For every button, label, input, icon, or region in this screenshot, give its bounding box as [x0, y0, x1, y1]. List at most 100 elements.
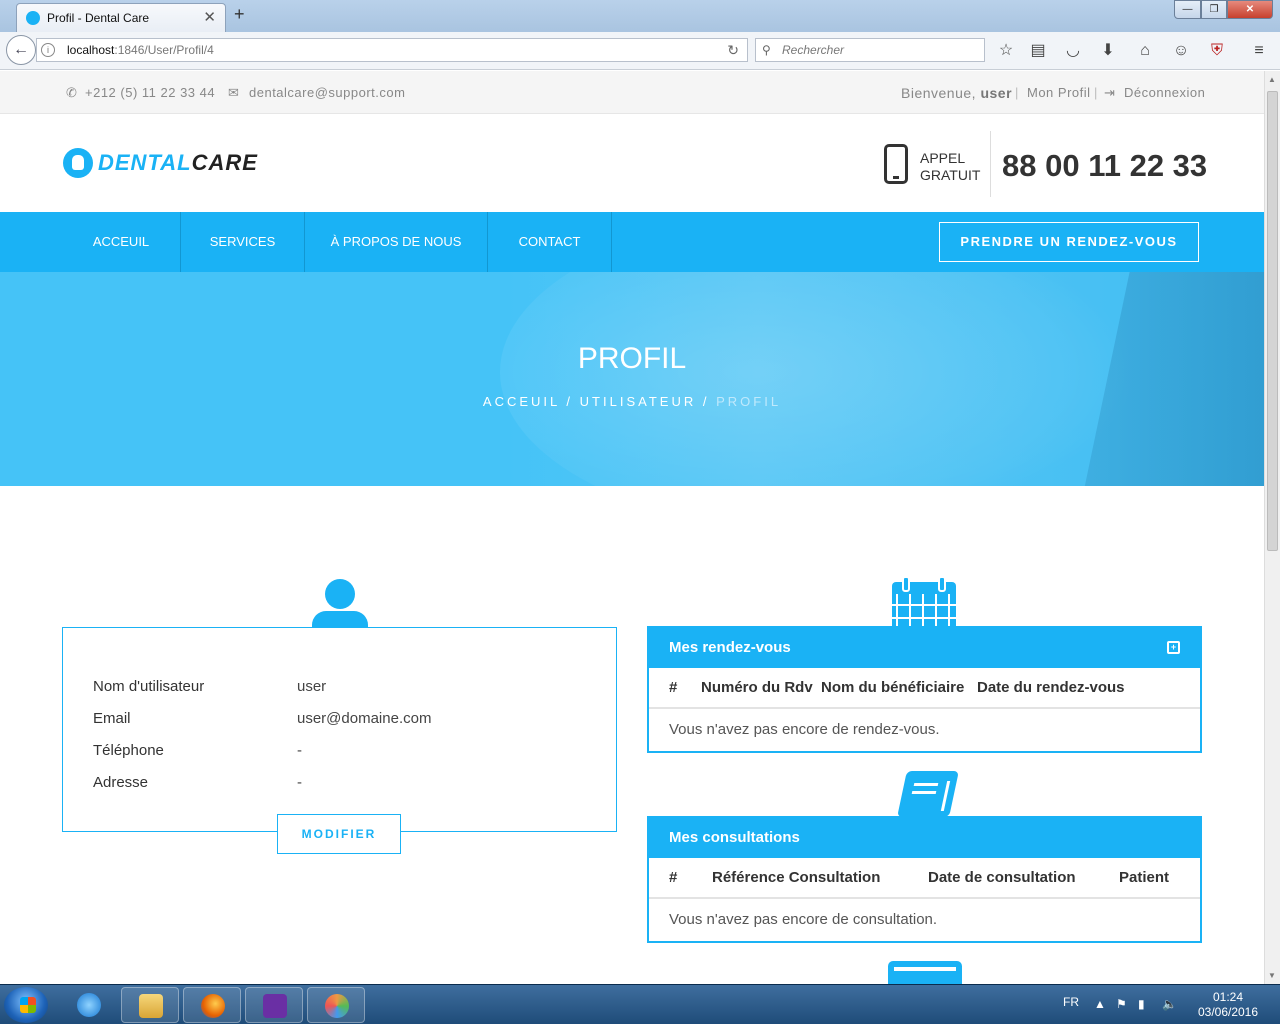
- clock-time: 01:24: [1212, 990, 1244, 1004]
- breadcrumb-acceuil[interactable]: ACCEUIL: [483, 394, 560, 409]
- consultations-title: Mes consultations: [669, 829, 800, 846]
- site-logo[interactable]: DENTALCARE: [98, 150, 258, 176]
- top-info-bar: ✆ +212 (5) 11 22 33 44 ✉ dentalcare@supp…: [0, 71, 1264, 114]
- page-banner: PROFIL ACCEUIL / UTILISATEUR / PROFIL: [0, 272, 1264, 486]
- col-consultation-ref: Référence Consultation: [712, 869, 881, 886]
- tray-expand-icon[interactable]: ▲: [1094, 997, 1106, 1011]
- page-scrollbar[interactable]: ▲ ▼: [1264, 71, 1280, 984]
- contact-phone: +212 (5) 11 22 33 44: [85, 85, 216, 100]
- browser-tab[interactable]: Profil - Dental Care ✕: [16, 3, 226, 32]
- file-explorer-icon[interactable]: [121, 987, 179, 1023]
- scroll-up-icon[interactable]: ▲: [1268, 75, 1276, 84]
- consultations-panel: Mes consultations # Référence Consultati…: [647, 816, 1202, 943]
- col-beneficiary: Nom du bénéficiaire: [821, 679, 965, 696]
- my-profile-link[interactable]: Mon Profil: [1027, 85, 1091, 100]
- internet-explorer-icon[interactable]: [60, 987, 118, 1023]
- envelope-icon: ✉: [228, 85, 240, 100]
- contact-email: dentalcare@support.com: [249, 85, 406, 100]
- appointments-empty-message: Vous n'avez pas encore de rendez-vous.: [669, 721, 940, 738]
- breadcrumb: ACCEUIL / UTILISATEUR / PROFIL: [0, 394, 1264, 409]
- col-rdv-date: Date du rendez-vous: [977, 679, 1125, 696]
- field-label-address: Adresse: [93, 774, 149, 791]
- tooth-logo-icon[interactable]: [63, 148, 93, 178]
- star-icon[interactable]: ☆: [995, 40, 1017, 62]
- firefox-icon[interactable]: [183, 987, 241, 1023]
- consultations-table-header: # Référence Consultation Date de consult…: [649, 858, 1200, 899]
- page-title: PROFIL: [577, 342, 687, 375]
- logout-link[interactable]: Déconnexion: [1124, 85, 1205, 100]
- scrollbar-thumb[interactable]: [1267, 91, 1278, 551]
- nav-item-contact[interactable]: CONTACT: [488, 212, 612, 272]
- reload-icon[interactable]: ↻: [727, 39, 739, 61]
- scroll-down-icon[interactable]: ▼: [1268, 971, 1276, 980]
- window-close-button[interactable]: ✕: [1227, 0, 1273, 19]
- clock-date: 03/06/2016: [1197, 1005, 1259, 1019]
- field-value-address: -: [297, 774, 302, 791]
- window-maximize-button[interactable]: ❐: [1201, 0, 1227, 19]
- credit-card-icon: [888, 961, 962, 984]
- tab-title: Profil - Dental Care: [47, 11, 150, 25]
- start-button[interactable]: [4, 987, 48, 1023]
- notebook-icon: [892, 771, 962, 817]
- search-input[interactable]: ⚲ Rechercher: [755, 38, 985, 62]
- logout-icon[interactable]: ⇥: [1104, 85, 1115, 101]
- field-label-username: Nom d'utilisateur: [93, 678, 205, 695]
- separator: |: [1015, 85, 1019, 100]
- window-minimize-button[interactable]: —: [1174, 0, 1201, 19]
- paint-icon[interactable]: [307, 987, 365, 1023]
- search-placeholder: Rechercher: [782, 43, 845, 57]
- field-value-phone: -: [297, 742, 302, 759]
- modify-profile-button[interactable]: MODIFIER: [277, 814, 401, 854]
- download-icon[interactable]: ⬇: [1097, 40, 1119, 62]
- language-indicator[interactable]: FR: [1063, 995, 1079, 1009]
- chat-icon[interactable]: ☺: [1170, 40, 1192, 62]
- breadcrumb-utilisateur[interactable]: UTILISATEUR: [580, 394, 697, 409]
- appointments-table-header: # Numéro du Rdv Nom du bénéficiaire Date…: [649, 668, 1200, 709]
- field-value-username: user: [297, 678, 327, 695]
- free-call-label: APPEL GRATUIT: [920, 150, 981, 183]
- dental-favicon-icon: [26, 11, 40, 25]
- nav-item-services[interactable]: SERVICES: [181, 212, 305, 272]
- menu-icon[interactable]: ≡: [1248, 40, 1270, 62]
- url-text: localhost:1846/User/Profil/4: [67, 43, 214, 57]
- nav-item-acceuil[interactable]: ACCEUIL: [62, 212, 181, 272]
- field-label-email: Email: [93, 710, 131, 727]
- col-rdv-number: Numéro du Rdv: [701, 679, 813, 696]
- profile-card: Nom d'utilisateur user Email user@domain…: [62, 627, 617, 832]
- network-icon[interactable]: ▮: [1138, 997, 1145, 1011]
- globe-icon: i: [41, 43, 55, 57]
- phone-icon: ✆: [66, 85, 78, 100]
- calendar-icon: [892, 576, 956, 628]
- col-index: #: [669, 679, 678, 696]
- windows-taskbar: FR ▲ ⚑ ▮ 🔈 01:24 03/06/2016: [0, 984, 1280, 1024]
- taskbar-clock[interactable]: 01:24 03/06/2016: [1188, 990, 1268, 1020]
- browser-titlebar: Profil - Dental Care ✕ + — ❐ ✕: [0, 0, 1280, 32]
- breadcrumb-separator: /: [566, 394, 574, 409]
- banner-smile-image: [500, 272, 1140, 486]
- pocket-icon[interactable]: ◡: [1062, 40, 1084, 62]
- url-bar[interactable]: i localhost:1846/User/Profil/4 ↻: [36, 38, 748, 62]
- welcome-text: Bienvenue, user: [901, 85, 1013, 101]
- tab-close-icon[interactable]: ✕: [203, 8, 216, 26]
- breadcrumb-separator: /: [702, 394, 710, 409]
- site-header: DENTALCARE APPEL GRATUIT 88 00 11 22 33: [0, 114, 1264, 212]
- search-icon: ⚲: [762, 43, 771, 57]
- reading-list-icon[interactable]: ▤: [1027, 40, 1049, 62]
- windows-logo-icon: [20, 997, 36, 1013]
- back-arrow-icon[interactable]: ←: [6, 35, 36, 65]
- visual-studio-icon[interactable]: [245, 987, 303, 1023]
- volume-icon[interactable]: 🔈: [1162, 997, 1177, 1011]
- consultations-empty-message: Vous n'avez pas encore de consultation.: [669, 911, 938, 928]
- add-appointment-icon[interactable]: +: [1167, 641, 1180, 654]
- appointments-title: Mes rendez-vous: [669, 639, 791, 656]
- ublock-icon[interactable]: ⛨: [1206, 40, 1228, 62]
- col-patient: Patient: [1119, 869, 1170, 886]
- action-center-flag-icon[interactable]: ⚑: [1116, 997, 1127, 1011]
- mobile-phone-icon: [884, 144, 908, 184]
- book-appointment-button[interactable]: PRENDRE UN RENDEZ-VOUS: [939, 222, 1199, 262]
- nav-item-a-propos[interactable]: À PROPOS DE NOUS: [305, 212, 488, 272]
- breadcrumb-profil: PROFIL: [716, 394, 782, 409]
- new-tab-button[interactable]: +: [234, 4, 245, 25]
- home-icon[interactable]: ⌂: [1134, 40, 1156, 62]
- appointments-header: Mes rendez-vous +: [649, 628, 1200, 668]
